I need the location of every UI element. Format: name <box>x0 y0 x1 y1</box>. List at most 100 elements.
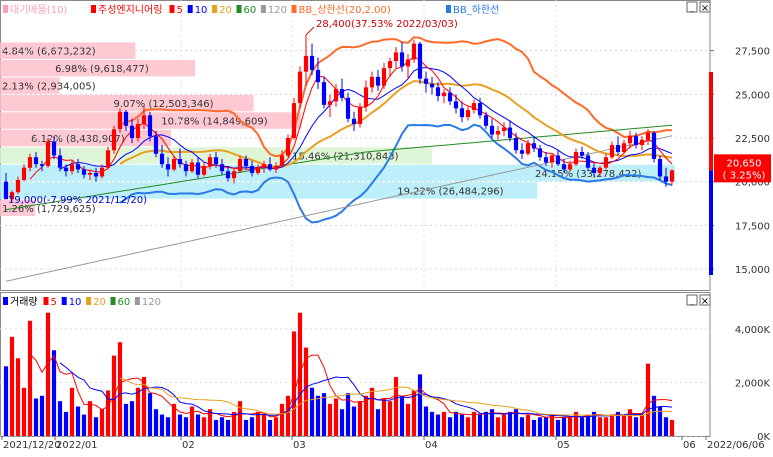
candle-body <box>279 155 285 166</box>
candle-body <box>309 55 315 70</box>
volume-bar <box>585 414 591 436</box>
volume-bar <box>435 414 441 436</box>
candle-body <box>141 115 147 125</box>
candle-body <box>135 124 141 139</box>
volume-bar <box>243 419 249 436</box>
candle-body <box>243 158 249 166</box>
candle-body <box>495 131 501 135</box>
candle-body <box>291 103 297 139</box>
volume-bar <box>39 395 45 436</box>
minimize-icon: _ <box>689 296 695 306</box>
volume-legend-swatch <box>61 297 67 305</box>
candle-body <box>57 155 63 168</box>
candle-body <box>525 143 531 154</box>
candle <box>297 66 303 109</box>
minimize-button-volume[interactable]: _ <box>686 294 698 306</box>
minimize-button[interactable]: _ <box>686 1 698 13</box>
candle-body <box>213 157 219 165</box>
volume-bar <box>261 414 267 436</box>
volume-bar <box>219 417 225 436</box>
volume-bar <box>33 398 39 436</box>
legend-vp: 대기매물(10) <box>10 4 67 16</box>
volume-bar <box>81 414 87 436</box>
volume-legend-swatch <box>43 297 49 305</box>
price-tick-label: 27,500 <box>735 47 770 58</box>
candle-body <box>303 55 309 72</box>
candle <box>117 108 123 133</box>
candle <box>357 103 363 128</box>
volume-legend-v20: 20 <box>93 297 106 308</box>
candle <box>651 131 657 163</box>
volume-bar <box>369 387 375 436</box>
candle-body <box>513 138 519 151</box>
volume-bar <box>597 417 603 436</box>
volume-bar <box>459 414 465 436</box>
volume-bar <box>147 393 153 436</box>
candle-body <box>477 103 483 116</box>
volume-bar <box>483 411 489 436</box>
volume-bar <box>315 395 321 436</box>
volume-profile-label: 10.78% (14,849,609) <box>161 117 267 128</box>
candle-body <box>501 127 507 132</box>
volume-bar <box>51 350 57 436</box>
candle-body <box>315 69 321 83</box>
volume-bar <box>189 406 195 436</box>
candle-body <box>321 82 327 105</box>
candle-body <box>177 158 183 165</box>
candle <box>417 41 423 84</box>
candle-body <box>627 136 633 144</box>
candle-body <box>123 111 129 126</box>
volume-bar <box>645 363 651 436</box>
volume-legend-v60: 60 <box>118 297 131 308</box>
volume-bar <box>651 395 657 436</box>
low-annotation: 19,000(-7.99% 2021/12/20) <box>8 195 147 206</box>
close-button-volume[interactable]: × <box>699 294 711 307</box>
legend-swatch <box>169 5 175 13</box>
candle-body <box>615 145 621 152</box>
candle-body <box>597 167 603 173</box>
time-tick-label: 03 <box>293 440 306 451</box>
chart-canvas[interactable]: 4.84% (6,673,232) 6.98% (9,618,477) 2.13% … <box>0 0 773 453</box>
candle-body <box>381 68 387 86</box>
candle-body <box>405 59 411 67</box>
volume-bar <box>357 401 363 436</box>
candle-body <box>225 171 231 179</box>
volume-bar <box>393 377 399 436</box>
candle-body <box>189 162 195 172</box>
candle-body <box>165 164 171 170</box>
volume-bar <box>531 419 537 436</box>
candle-body <box>555 155 561 165</box>
legend-swatch <box>187 5 193 13</box>
stock-chart-window: 4.84% (6,673,232) 6.98% (9,618,477) 2.13% … <box>0 0 773 453</box>
candle-body <box>417 43 423 79</box>
candle-body <box>459 108 465 118</box>
candle-body <box>411 43 417 60</box>
volume-legend-swatch <box>86 297 92 305</box>
volume-bar <box>465 417 471 436</box>
volume-bar <box>423 406 429 436</box>
volume-legend-swatch <box>110 297 116 305</box>
close-button[interactable]: × <box>699 1 711 14</box>
current-price-tag: 20,650 ( 3.25%) <box>714 154 771 183</box>
candle-body <box>435 87 441 97</box>
candle-body <box>375 76 381 86</box>
legend-swatch <box>446 5 451 13</box>
volume-bar <box>621 414 627 436</box>
volume-bar <box>579 417 585 436</box>
volume-bar <box>495 417 501 436</box>
volume-bar <box>537 417 543 436</box>
volume-bar <box>567 417 573 436</box>
candle-body <box>453 101 459 109</box>
volume-bar <box>477 414 483 436</box>
candle-body <box>483 115 489 126</box>
volume-tick-label: 2,000K <box>735 378 771 389</box>
time-tick-label: 05 <box>557 440 570 451</box>
volume-bar <box>429 411 435 436</box>
candle-body <box>357 106 363 125</box>
volume-bar <box>237 401 243 436</box>
volume-bar <box>285 395 291 436</box>
candle-body <box>261 164 267 168</box>
volume-bar <box>255 411 261 436</box>
price-tick-label: 15,000 <box>735 265 770 276</box>
legend-ma10: 10 <box>195 5 208 16</box>
